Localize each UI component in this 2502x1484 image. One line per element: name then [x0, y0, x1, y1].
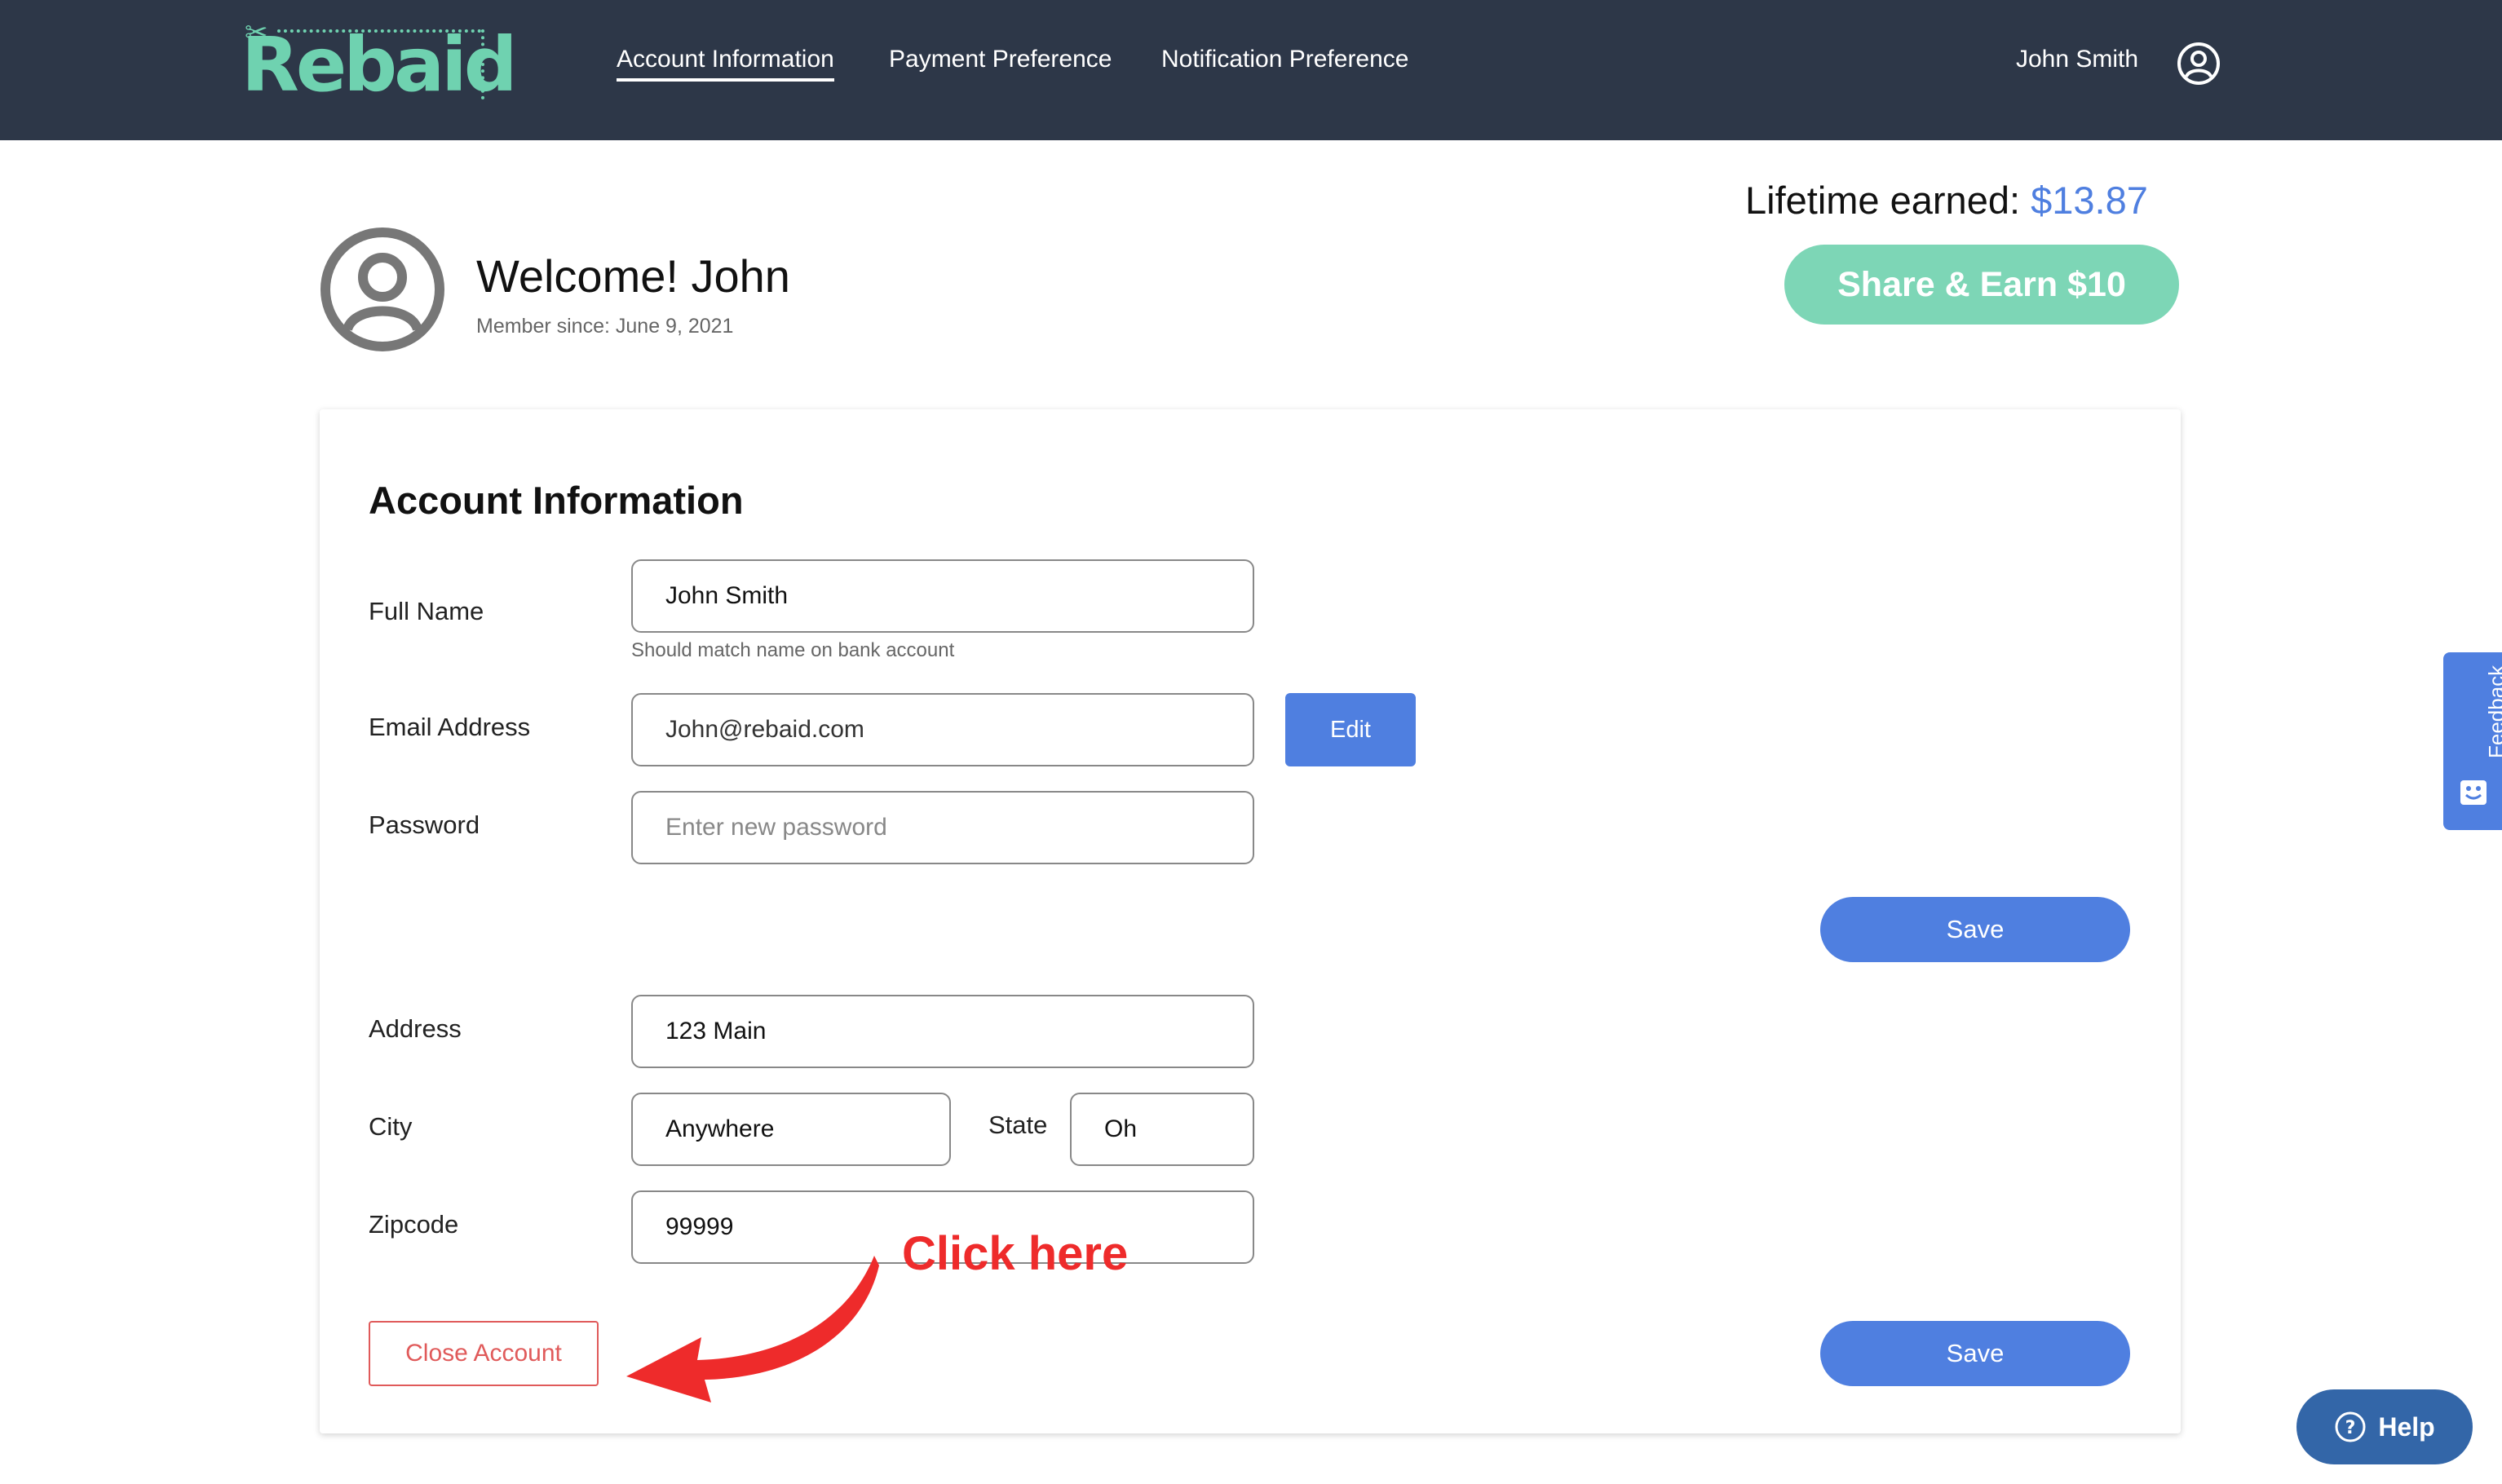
click-here-annotation: Click here: [902, 1227, 1129, 1280]
svg-text:?: ?: [2345, 1418, 2356, 1438]
password-label: Password: [369, 810, 480, 839]
state-input[interactable]: [1070, 1093, 1254, 1166]
lifetime-amount: $13.87: [2031, 179, 2148, 222]
feedback-tab[interactable]: Feedback: [2443, 652, 2502, 830]
state-label: State: [988, 1111, 1048, 1139]
address-input[interactable]: [631, 995, 1254, 1068]
address-label: Address: [369, 1014, 462, 1043]
user-circle-icon[interactable]: [2176, 41, 2221, 86]
help-button[interactable]: ? Help: [2296, 1389, 2473, 1464]
password-input[interactable]: [631, 791, 1254, 864]
edit-email-button[interactable]: Edit: [1285, 693, 1416, 766]
welcome-title: Welcome! John: [476, 250, 790, 302]
lifetime-earned: Lifetime earned: $13.87: [1745, 178, 2148, 223]
nav-notification-preference[interactable]: Notification Preference: [1161, 46, 1409, 73]
card-title: Account Information: [369, 479, 744, 522]
full-name-input[interactable]: [631, 559, 1254, 633]
email-label: Email Address: [369, 713, 531, 741]
logo-text: Rebaid: [241, 21, 518, 108]
email-input[interactable]: [631, 693, 1254, 766]
account-info-card: Account Information Full Name Should mat…: [320, 409, 2181, 1433]
top-navbar: ✂ Rebaid Account Information Payment Pre…: [0, 0, 2502, 140]
rebaid-logo[interactable]: ✂ Rebaid: [241, 16, 518, 111]
help-label: Help: [2378, 1411, 2435, 1442]
arrow-icon: [626, 1256, 879, 1402]
question-icon: ?: [2335, 1411, 2366, 1442]
zipcode-label: Zipcode: [369, 1210, 459, 1239]
lifetime-label: Lifetime earned:: [1745, 179, 2031, 222]
avatar: [320, 227, 444, 351]
full-name-hint: Should match name on bank account: [631, 639, 955, 661]
share-earn-button[interactable]: Share & Earn $10: [1784, 245, 2179, 325]
nav-payment-preference[interactable]: Payment Preference: [889, 46, 1112, 73]
member-since: Member since: June 9, 2021: [476, 315, 734, 338]
header-user-name[interactable]: John Smith: [2016, 46, 2138, 73]
city-input[interactable]: [631, 1093, 951, 1166]
full-name-label: Full Name: [369, 597, 484, 625]
city-label: City: [369, 1112, 413, 1141]
feedback-icon: [2460, 780, 2487, 805]
nav-account-information[interactable]: Account Information: [617, 46, 834, 82]
save-address-button[interactable]: Save: [1820, 1321, 2130, 1386]
save-account-button[interactable]: Save: [1820, 897, 2130, 962]
close-account-button[interactable]: Close Account: [369, 1321, 599, 1386]
feedback-label: Feedback: [2484, 665, 2502, 758]
